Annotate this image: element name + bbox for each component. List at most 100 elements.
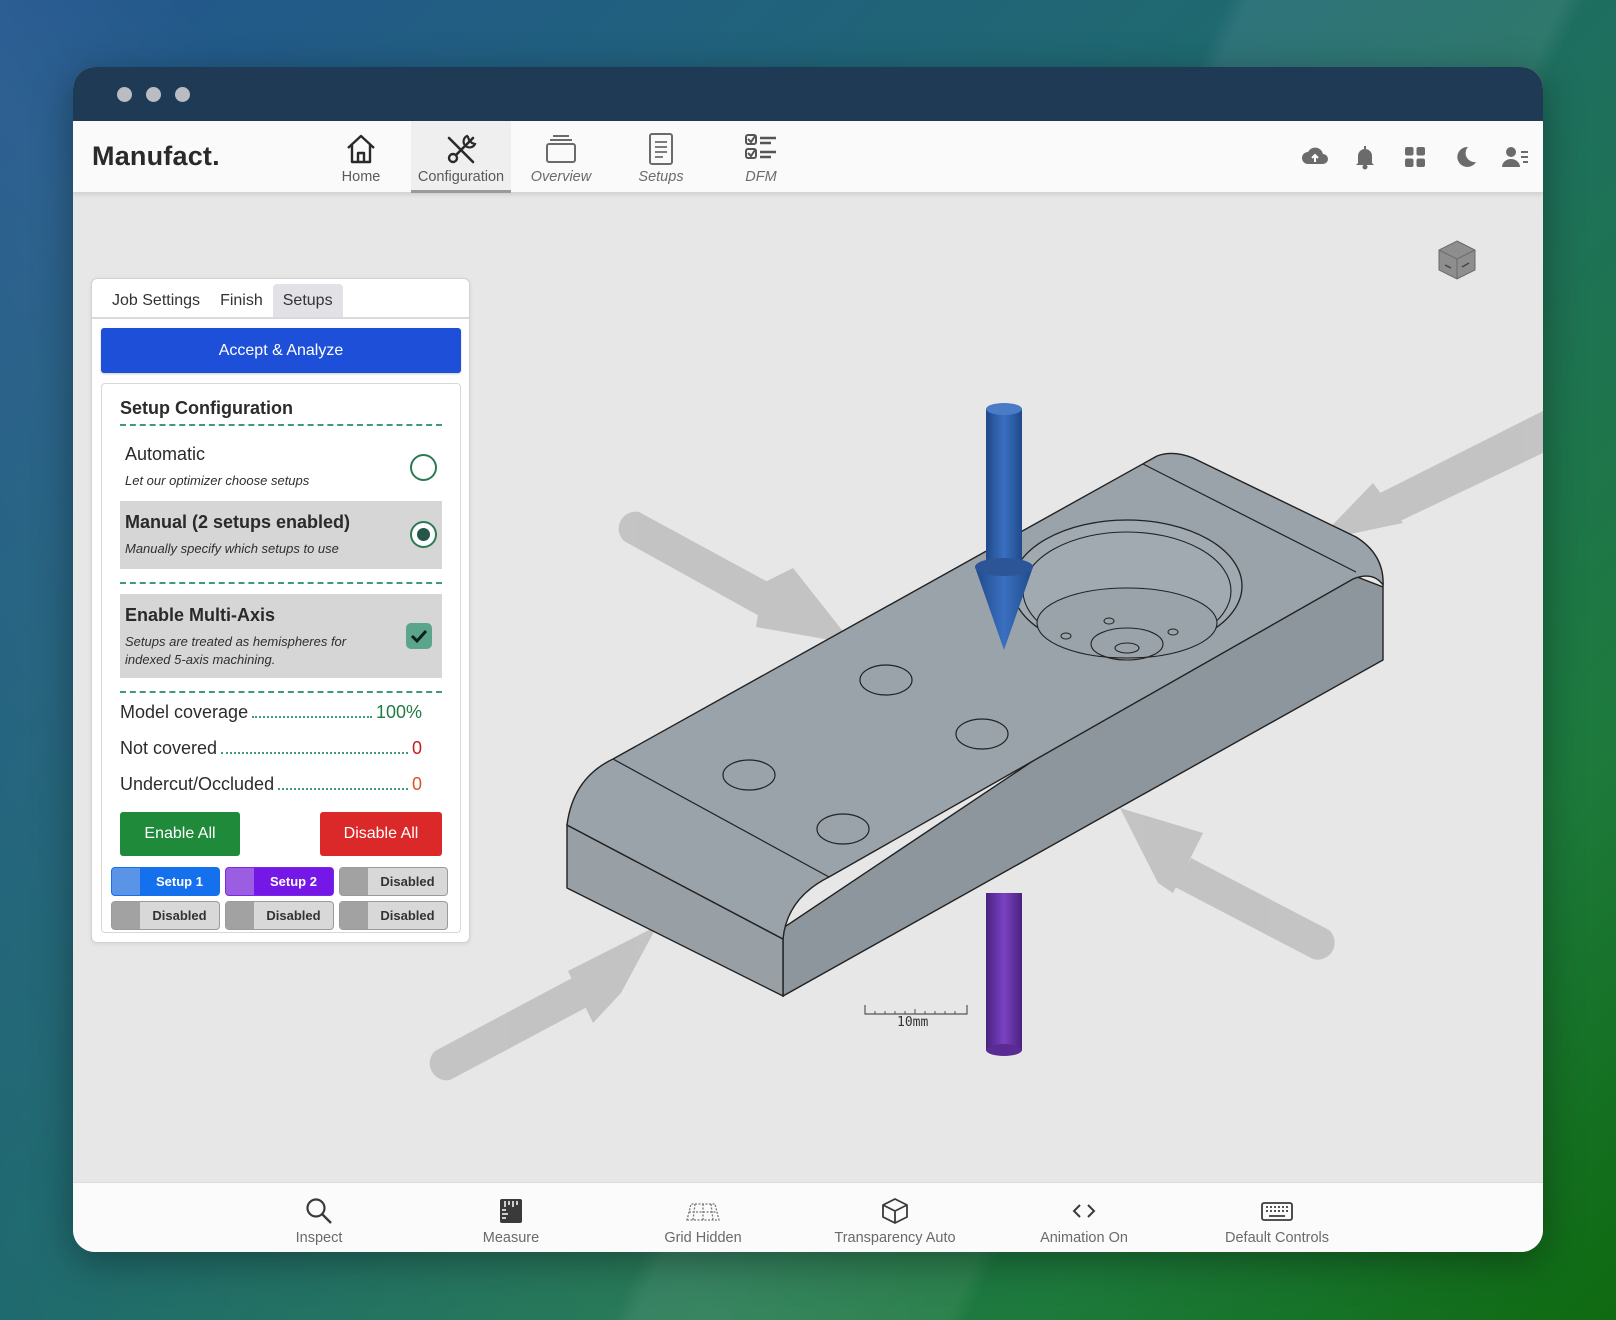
bottom-toolbar: Inspect Measure Grid Hidden Transparency… — [73, 1182, 1543, 1252]
undercut-value: 0 — [411, 774, 422, 794]
setup-chip-label: Disabled — [152, 908, 207, 923]
option-manual[interactable]: Manual (2 setups enabled) Manually speci… — [120, 501, 442, 569]
nav-dfm[interactable]: DFM — [711, 121, 811, 193]
ghost-arrow-upper-left — [618, 511, 853, 644]
enable-all-button[interactable]: Enable All — [120, 812, 240, 856]
bell-icon[interactable] — [1351, 143, 1379, 171]
tab-job-settings[interactable]: Job Settings — [102, 284, 210, 317]
grid-icon[interactable] — [1401, 143, 1429, 171]
leader-dots — [221, 752, 408, 754]
setup-chip-6[interactable]: Disabled — [339, 901, 448, 930]
setup-color-swatch — [340, 902, 368, 929]
moon-icon[interactable] — [1451, 143, 1479, 171]
manual-radio[interactable] — [410, 521, 437, 548]
panel-tabs: Job Settings Finish Setups — [92, 279, 469, 319]
tool-measure-label: Measure — [482, 1230, 540, 1246]
not-covered-value: 0 — [411, 738, 422, 758]
setup-configuration-title: Setup Configuration — [120, 398, 293, 418]
brand-logo: Manufact. — [92, 141, 220, 171]
user-menu-icon[interactable] — [1501, 143, 1529, 171]
setup-chip-label: Disabled — [266, 908, 321, 923]
setup-color-swatch — [226, 868, 254, 895]
divider — [120, 424, 442, 426]
tool-transparency[interactable]: Transparency Auto — [805, 1183, 985, 1252]
setup-color-swatch — [226, 902, 254, 929]
window-minimize-dot[interactable] — [146, 87, 161, 102]
nav-dfm-label: DFM — [745, 169, 777, 185]
setup-chip-3[interactable]: Disabled — [339, 867, 448, 896]
setup-chip-4[interactable]: Disabled — [111, 901, 220, 930]
setup-chip-label: Disabled — [380, 908, 435, 923]
setup-color-swatch — [340, 868, 368, 895]
scale-bar: 10mm — [863, 1003, 969, 1037]
leader-dots — [278, 788, 408, 790]
nav-configuration[interactable]: Configuration — [411, 121, 511, 193]
layers-icon — [546, 135, 576, 163]
window-maximize-dot[interactable] — [175, 87, 190, 102]
setup-chip-2[interactable]: Setup 2 — [225, 867, 334, 896]
tool-inspect[interactable]: Inspect — [229, 1183, 409, 1252]
automatic-radio[interactable] — [410, 454, 437, 481]
nav-home-label: Home — [341, 169, 381, 185]
nav-configuration-label: Configuration — [417, 169, 505, 185]
stat-undercut: Undercut/Occluded 0 — [120, 774, 422, 795]
option-automatic-title: Automatic — [125, 444, 206, 464]
checklist-icon — [745, 134, 776, 159]
accept-analyze-button[interactable]: Accept & Analyze — [101, 328, 461, 373]
checkmark-icon — [410, 629, 428, 644]
setup-chip-label: Setup 1 — [156, 874, 203, 889]
setup-2-tool-arrow[interactable] — [986, 893, 1022, 1056]
setup-chip-1[interactable]: Setup 1 — [111, 867, 220, 896]
option-multi-axis[interactable]: Enable Multi-Axis Setups are treated as … — [120, 594, 442, 678]
option-manual-desc: Manually specify which setups to use — [125, 541, 339, 556]
tool-inspect-label: Inspect — [295, 1230, 343, 1246]
stat-not-covered: Not covered 0 — [120, 738, 422, 759]
ghost-arrow-lower-left — [429, 926, 657, 1081]
tool-animation[interactable]: Animation On — [994, 1183, 1174, 1252]
setup-color-swatch — [112, 868, 140, 895]
nav-overview-label: Overview — [530, 169, 592, 185]
option-automatic[interactable]: Automatic Let our optimizer choose setup… — [120, 436, 442, 496]
nav-overview[interactable]: Overview — [511, 121, 611, 193]
header-actions — [1301, 143, 1529, 171]
option-multi-axis-title: Enable Multi-Axis — [125, 605, 276, 625]
nav-home[interactable]: Home — [311, 121, 411, 193]
cloud-upload-icon[interactable] — [1301, 143, 1329, 171]
setup-chip-label: Disabled — [380, 874, 435, 889]
view-cube-icon[interactable] — [1435, 237, 1479, 283]
model-coverage-label: Model coverage — [120, 702, 249, 722]
setup-chip-label: Setup 2 — [270, 874, 317, 889]
tool-transparency-label: Transparency Auto — [834, 1230, 956, 1246]
option-multi-axis-desc-2: indexed 5-axis machining. — [125, 652, 276, 667]
search-icon — [306, 1198, 332, 1224]
tool-measure[interactable]: Measure — [421, 1183, 601, 1252]
configuration-panel: Job Settings Finish Setups Accept & Anal… — [91, 278, 470, 943]
keyboard-icon — [1261, 1202, 1293, 1221]
tools-icon — [447, 134, 477, 164]
window-close-dot[interactable] — [117, 87, 132, 102]
list-icon — [649, 133, 673, 165]
tab-setups[interactable]: Setups — [272, 284, 343, 317]
ghost-arrow-upper-right — [1317, 411, 1543, 541]
code-brackets-icon — [1072, 1204, 1096, 1218]
multi-axis-checkbox[interactable] — [406, 623, 432, 649]
divider — [120, 582, 442, 584]
setup-configuration-box: Setup Configuration Automatic Let our op… — [101, 383, 461, 933]
tool-controls-label: Default Controls — [1225, 1230, 1329, 1246]
model-coverage-value: 100% — [375, 702, 422, 722]
3d-viewport[interactable]: 10mm Job Settings Finish Setups Accept &… — [73, 193, 1543, 1182]
tab-finish[interactable]: Finish — [210, 284, 273, 317]
tool-grid[interactable]: Grid Hidden — [613, 1183, 793, 1252]
divider — [120, 691, 442, 693]
option-automatic-desc: Let our optimizer choose setups — [125, 473, 310, 488]
tool-controls[interactable]: Default Controls — [1187, 1183, 1367, 1252]
nav-setups-label: Setups — [638, 169, 684, 185]
setup-chip-5[interactable]: Disabled — [225, 901, 334, 930]
nav-setups[interactable]: Setups — [611, 121, 711, 193]
disable-all-button[interactable]: Disable All — [320, 812, 442, 856]
option-multi-axis-desc-1: Setups are treated as hemispheres for — [125, 634, 347, 649]
cube-icon — [882, 1198, 908, 1224]
not-covered-label: Not covered — [120, 738, 218, 758]
ghost-arrow-lower-right — [1120, 808, 1335, 960]
ruler-icon — [500, 1199, 522, 1223]
